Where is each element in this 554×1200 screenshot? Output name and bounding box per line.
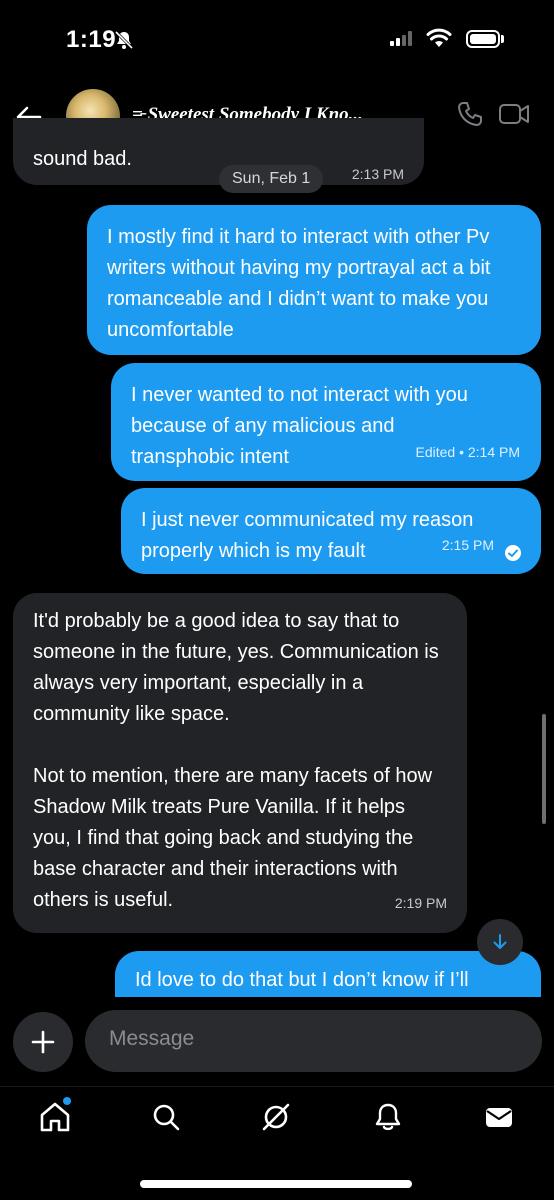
silent-bell-icon bbox=[114, 30, 134, 50]
cellular-signal-icon bbox=[390, 30, 414, 46]
message-timestamp: 2:19 PM bbox=[394, 895, 447, 911]
outgoing-message[interactable]: I never wanted to not interact with you … bbox=[111, 363, 541, 481]
message-text: I mostly find it hard to interact with o… bbox=[107, 226, 491, 341]
mail-icon bbox=[486, 1108, 512, 1127]
battery-tip bbox=[501, 35, 504, 43]
search-icon bbox=[153, 1104, 180, 1131]
scroll-to-bottom-button[interactable] bbox=[477, 919, 523, 965]
tab-search[interactable] bbox=[146, 1097, 186, 1137]
read-check-icon bbox=[505, 545, 521, 561]
incoming-message[interactable]: It'd probably be a good idea to say that… bbox=[13, 593, 467, 933]
bell-icon bbox=[375, 1103, 401, 1131]
tab-bar-divider bbox=[0, 1086, 554, 1087]
message-text: Id love to do that but I don’t know if I… bbox=[135, 969, 469, 991]
tab-messages[interactable] bbox=[479, 1097, 519, 1137]
scrollbar[interactable] bbox=[542, 714, 546, 824]
date-separator: Sun, Feb 1 bbox=[219, 165, 324, 193]
grok-icon bbox=[262, 1103, 290, 1131]
notification-dot bbox=[63, 1097, 71, 1105]
home-indicator bbox=[140, 1180, 412, 1188]
wifi-icon bbox=[426, 28, 452, 47]
message-composer[interactable] bbox=[85, 1010, 542, 1072]
message-paragraph: Not to mention, there are many facets of… bbox=[33, 765, 433, 911]
message-text: sound bad. bbox=[33, 148, 132, 170]
status-time: 1:19 bbox=[66, 26, 117, 53]
battery-icon bbox=[466, 30, 500, 48]
message-timestamp: 2:13 PM bbox=[351, 166, 404, 182]
home-icon bbox=[40, 1102, 70, 1132]
message-input[interactable] bbox=[107, 1026, 511, 1052]
tab-home[interactable] bbox=[35, 1097, 75, 1137]
arrow-down-icon bbox=[493, 934, 507, 949]
add-media-button[interactable] bbox=[13, 1012, 73, 1072]
plus-icon bbox=[31, 1030, 55, 1054]
tab-notifications[interactable] bbox=[368, 1097, 408, 1137]
outgoing-message[interactable]: I just never communicated my reason prop… bbox=[121, 488, 541, 574]
message-paragraph: It'd probably be a good idea to say that… bbox=[33, 610, 439, 725]
outgoing-message[interactable]: I mostly find it hard to interact with o… bbox=[87, 205, 541, 355]
message-timestamp: 2:15 PM bbox=[441, 537, 494, 553]
outgoing-message[interactable]: Id love to do that but I don’t know if I… bbox=[115, 951, 541, 997]
message-timestamp: Edited • 2:14 PM bbox=[415, 444, 520, 460]
tab-grok[interactable] bbox=[256, 1097, 296, 1137]
